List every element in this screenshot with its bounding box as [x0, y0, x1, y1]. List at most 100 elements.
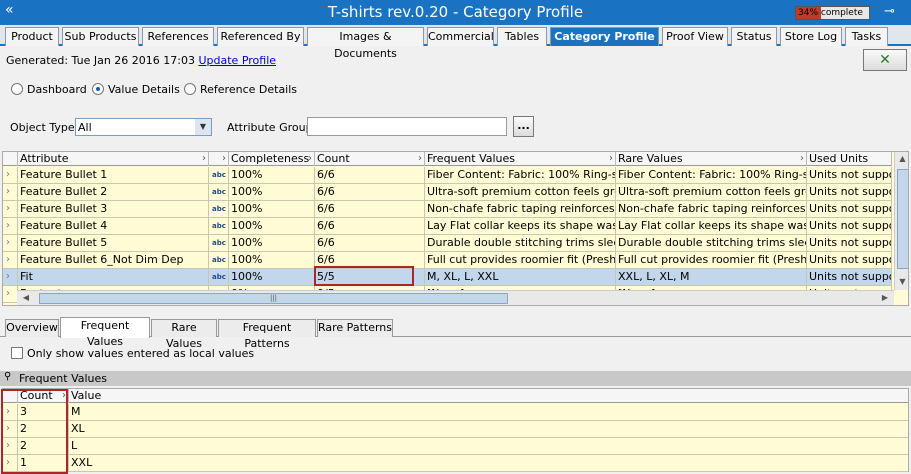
tab-commercial[interactable]: Commercial — [427, 27, 494, 46]
col-used-units[interactable]: Used Units — [807, 152, 892, 166]
tab-rare-patterns[interactable]: Rare Patterns — [317, 319, 393, 337]
update-profile-link[interactable]: Update Profile — [198, 54, 276, 67]
tab-product[interactable]: Product — [5, 27, 59, 46]
text-type-icon: abc — [209, 269, 229, 286]
tab-tables[interactable]: Tables — [497, 27, 547, 46]
generated-info: Generated: Tue Jan 26 2016 17:03 Update … — [6, 54, 276, 67]
pin-icon[interactable]: ⊸ — [884, 4, 895, 19]
frequent-values-band: ⚲ Frequent Values — [0, 371, 911, 386]
attribute-cell: Feature Bullet 6_Not Dim Dep — [18, 252, 209, 269]
attribute-grid-hscroll[interactable]: ◀ ||| ▶ — [17, 290, 894, 305]
table-row[interactable]: › Feature Bullet 5 abc 100% 6/6 Durable doubl… — [3, 235, 892, 252]
tools-button[interactable]: ✕ — [863, 49, 907, 71]
tab-category-profile[interactable]: Category Profile — [550, 27, 659, 46]
frequent-values-cell: Lay Flat collar keeps its shape wash ... — [425, 218, 616, 235]
attribute-grid-vscroll[interactable]: ▲ ▼ — [894, 152, 908, 290]
attribute-cell: Feature Bullet 3 — [18, 201, 209, 218]
used-units-cell: Units not supported — [807, 269, 892, 286]
progress-label: 34% complete — [798, 8, 863, 18]
view-reference-details-radio[interactable]: Reference Details — [184, 83, 297, 96]
tab-frequent-patterns[interactable]: Frequent Patterns — [218, 319, 316, 350]
frequent-values-cell: Non-chafe fabric taping reinforces n... — [425, 201, 616, 218]
row-indicator-icon: › — [3, 201, 18, 218]
attribute-group-label: Attribute Group — [227, 121, 313, 134]
scroll-up-icon[interactable]: ▲ — [895, 152, 908, 166]
tab-frequent-values[interactable]: Frequent Values — [60, 317, 150, 348]
attribute-group-input[interactable] — [307, 117, 507, 136]
pin-icon[interactable]: ⚲ — [4, 371, 11, 382]
count-highlight-box — [314, 266, 414, 286]
col-frequent-values[interactable]: Frequent Values › — [425, 152, 616, 166]
scroll-right-icon[interactable]: ▶ — [878, 291, 892, 305]
scroll-down-icon[interactable]: ▼ — [895, 275, 908, 289]
row-indicator-icon: › — [3, 235, 18, 252]
used-units-cell: Units not supported — [807, 201, 892, 218]
completeness-cell: 100% — [229, 167, 315, 184]
tab-proof-view[interactable]: Proof View — [662, 27, 728, 46]
detail-tab-bar: Overview Frequent Values Rare Values Fre… — [0, 316, 911, 350]
used-units-cell: Units not supported — [807, 252, 892, 269]
table-row[interactable]: › Feature Bullet 1 abc 100% 6/6 Fiber Content… — [3, 167, 892, 184]
text-type-icon: abc — [209, 184, 229, 201]
text-type-icon: abc — [209, 235, 229, 252]
radio-dot — [11, 83, 23, 95]
completeness-cell: 100% — [229, 218, 315, 235]
title-bar: « T-shirts rev.0.20 - Category Profile 3… — [0, 0, 911, 25]
count-cell: 6/6 — [315, 235, 425, 252]
col-completeness[interactable]: Completeness › — [229, 152, 315, 166]
window-title: T-shirts rev.0.20 - Category Profile — [327, 3, 584, 21]
count-cell: 6/6 — [315, 201, 425, 218]
table-row[interactable]: › Feature Bullet 3 abc 100% 6/6 Non-chafe fab… — [3, 201, 892, 218]
table-row[interactable]: › Fit abc 100% 5/5 M, XL, L, XXL XXL, L, XL, M… — [3, 269, 892, 286]
tab-sub-products[interactable]: Sub Products — [62, 27, 139, 46]
attribute-cell: Feature Bullet 5 — [18, 235, 209, 252]
rare-values-cell: XXL, L, XL, M — [616, 269, 807, 286]
browse-button[interactable]: ... — [513, 116, 534, 137]
used-units-cell: Units not supported — [807, 184, 892, 201]
view-dashboard-radio[interactable]: Dashboard — [11, 83, 87, 96]
frequent-values-cell: Fiber Content: Fabric: 100% Ring-sp... — [425, 167, 616, 184]
tab-overview[interactable]: Overview — [5, 319, 59, 337]
table-row[interactable]: › 1 XXL — [3, 455, 908, 472]
completeness-cell: 100% — [229, 184, 315, 201]
tab-referenced-by[interactable]: Referenced By — [217, 27, 304, 46]
radio-dot-selected — [92, 83, 104, 95]
value-cell: XL — [71, 422, 85, 435]
col-value[interactable]: Value — [69, 389, 908, 403]
object-type-select[interactable]: All ▼ — [75, 118, 212, 136]
table-row[interactable]: › 2 XL — [3, 421, 908, 438]
hscroll-thumb[interactable]: ||| — [39, 293, 508, 304]
table-row[interactable]: › Feature Bullet 2 abc 100% 6/6 Ultra-soft pr… — [3, 184, 892, 201]
completeness-cell: 100% — [229, 269, 315, 286]
value-cell: L — [71, 439, 78, 452]
tab-tasks[interactable]: Tasks — [845, 27, 888, 46]
tab-status[interactable]: Status — [731, 27, 777, 46]
attribute-cell: Feature Bullet 2 — [18, 184, 209, 201]
frequent-values-cell: Durable double stitching trims sleeve... — [425, 235, 616, 252]
col-count[interactable]: Count › — [315, 152, 425, 166]
rare-values-cell: Full cut provides roomier fit (Preshru..… — [616, 252, 807, 269]
scroll-left-icon[interactable]: ◀ — [19, 291, 33, 305]
count-cell: 6/6 — [315, 167, 425, 184]
col-rare-values[interactable]: Rare Values › — [616, 152, 807, 166]
tab-images-documents[interactable]: Images & Documents — [307, 27, 424, 60]
view-value-details-radio[interactable]: Value Details — [92, 83, 180, 96]
col-attribute[interactable]: Attribute › — [18, 152, 209, 166]
scroll-thumb[interactable] — [897, 169, 908, 269]
table-row[interactable]: › 3 M — [3, 404, 908, 421]
rare-values-cell: Lay Flat collar keeps its shape wash ... — [616, 218, 807, 235]
row-indicator-header — [3, 152, 18, 166]
tab-references[interactable]: References — [142, 27, 214, 46]
local-values-checkbox[interactable]: Only show values entered as local values — [11, 347, 254, 360]
table-row[interactable]: › 2 L — [3, 438, 908, 455]
table-row[interactable]: › Feature Bullet 6_Not Dim Dep abc 100% 6/6 F… — [3, 252, 892, 269]
col-type[interactable]: › — [209, 152, 229, 166]
tab-rare-values[interactable]: Rare Values — [151, 319, 217, 350]
main-tab-bar: Product Sub Products References Referenc… — [0, 25, 911, 60]
used-units-cell: Units not supported — [807, 235, 892, 252]
text-type-icon: abc — [209, 201, 229, 218]
completeness-cell: 100% — [229, 235, 315, 252]
chevron-down-icon[interactable]: ▼ — [195, 119, 211, 135]
table-row[interactable]: › Feature Bullet 4 abc 100% 6/6 Lay Flat coll… — [3, 218, 892, 235]
tab-store-log[interactable]: Store Log — [780, 27, 842, 46]
